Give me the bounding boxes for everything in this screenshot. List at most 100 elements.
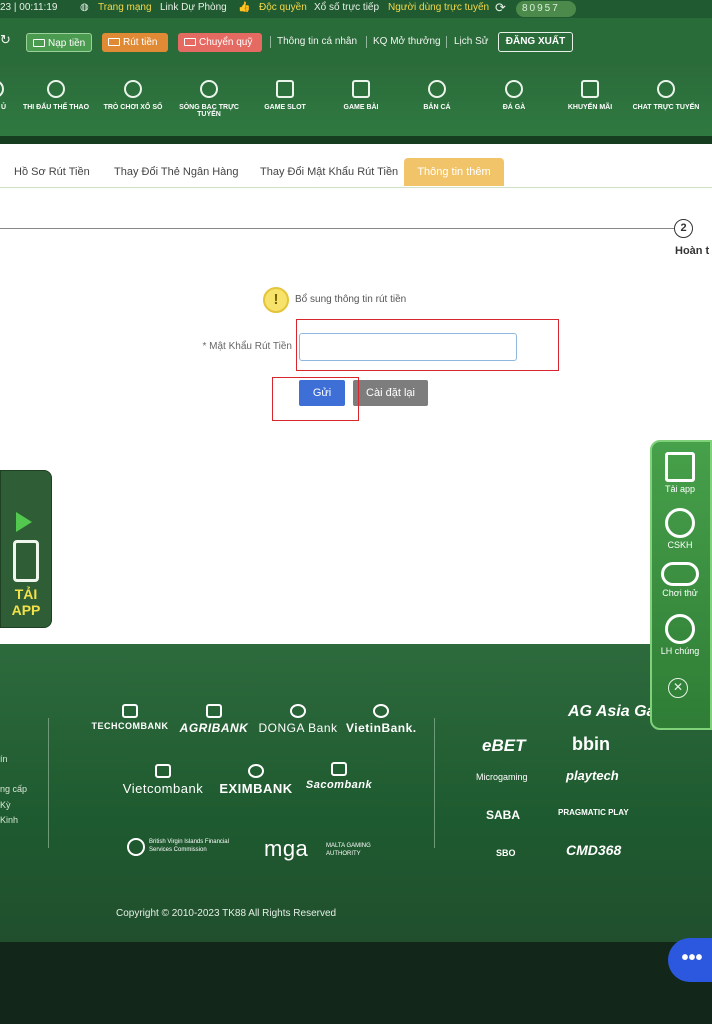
playtech-logo: playtech bbox=[566, 768, 619, 783]
techcombank-logo: TECHCOMBANK bbox=[90, 704, 170, 731]
nav-item-casino[interactable]: SÒNG BẠC TRỰC TUYẾN bbox=[173, 80, 245, 118]
fish-icon bbox=[428, 80, 446, 98]
lottery-ball-icon bbox=[124, 80, 142, 98]
tab-change-bank-card[interactable]: Thay Đổi Thẻ Ngân Hàng bbox=[114, 166, 239, 178]
vietinbank-logo: VietinBank. bbox=[346, 704, 416, 735]
nav-item-cockfight[interactable]: ĐÁ GÀ bbox=[478, 80, 550, 111]
footer-bottom bbox=[0, 942, 712, 1024]
users-online-label: Người dùng trực tuyến bbox=[388, 2, 490, 13]
nav-item-sports[interactable]: THI ĐẤU THỂ THAO bbox=[20, 80, 92, 111]
ebet-logo: eBET bbox=[482, 736, 526, 755]
history-link[interactable]: Lịch Sử bbox=[454, 36, 489, 47]
bvi-fsc-logo: British Virgin Islands Financial Service… bbox=[127, 838, 247, 856]
footer-link[interactable]: Kỳ bbox=[0, 800, 11, 810]
chat-bubble-button[interactable]: ••• bbox=[668, 938, 712, 982]
bank-mark-icon bbox=[155, 764, 171, 778]
nav-item-lottery[interactable]: TRÒ CHƠI XỔ SỐ bbox=[97, 80, 169, 111]
headset-icon bbox=[665, 508, 695, 538]
close-icon[interactable]: ✕ bbox=[668, 678, 688, 698]
gamepad-icon bbox=[661, 562, 699, 586]
nav-icon bbox=[0, 80, 4, 98]
reset-button[interactable]: Cài đặt lại bbox=[353, 380, 428, 406]
backup-link[interactable]: Link Dự Phòng bbox=[160, 2, 227, 13]
transfer-icon bbox=[184, 38, 196, 46]
nav-item-slot[interactable]: GAME SLOT bbox=[249, 80, 321, 111]
seal-icon bbox=[127, 838, 145, 856]
cards-icon bbox=[352, 80, 370, 98]
refresh-icon[interactable]: ↻ bbox=[0, 32, 11, 48]
phone-icon bbox=[665, 614, 695, 644]
form-notice: Bổ sung thông tin rút tiền bbox=[295, 294, 407, 305]
divider bbox=[366, 36, 367, 48]
lottery-live-link[interactable]: Xổ số trực tiếp bbox=[314, 2, 379, 13]
saba-logo: SABA bbox=[486, 808, 521, 822]
microgaming-logo: Microgaming bbox=[476, 772, 528, 782]
withdraw-button[interactable]: Rút tiền bbox=[102, 33, 168, 52]
bank-mark-icon bbox=[122, 704, 138, 718]
rooster-icon bbox=[505, 80, 523, 98]
nav-item-partial[interactable]: Ủ bbox=[0, 80, 6, 111]
main-nav: Ủ THI ĐẤU THỂ THAO TRÒ CHƠI XỔ SỐ SÒNG B… bbox=[0, 64, 712, 138]
copyright: Copyright © 2010-2023 TK88 All Rights Re… bbox=[116, 908, 337, 919]
highlight-box-submit bbox=[272, 377, 359, 421]
divider bbox=[446, 36, 447, 48]
nav-bottom-edge bbox=[0, 136, 712, 144]
network-link[interactable]: Trang mạng bbox=[98, 2, 152, 13]
nav-item-fishing[interactable]: BẮN CÁ bbox=[401, 80, 473, 111]
tab-more-info[interactable]: Thông tin thêm bbox=[404, 158, 504, 186]
nav-item-cards[interactable]: GAME BÀI bbox=[325, 80, 397, 111]
mga-logo: mga bbox=[264, 836, 309, 861]
download-app-button[interactable]: Tải app bbox=[651, 452, 709, 494]
gift-icon bbox=[581, 80, 599, 98]
bank-mark-icon bbox=[206, 704, 222, 718]
step-label: Hoàn t bbox=[675, 245, 710, 257]
sbo-logo: SBO bbox=[496, 848, 516, 858]
bank-mark-icon bbox=[290, 704, 306, 718]
cash-icon bbox=[108, 38, 120, 46]
sacombank-logo: Sacombank bbox=[302, 762, 376, 791]
transfer-button[interactable]: Chuyển quỹ bbox=[178, 33, 262, 52]
online-counter: 80957 bbox=[516, 1, 576, 17]
divider bbox=[270, 36, 271, 48]
nav-item-chat[interactable]: CHAT TRỰC TUYẾN bbox=[630, 80, 702, 111]
globe-icon: ◍ bbox=[80, 2, 89, 13]
customer-support-button[interactable]: CSKH bbox=[651, 508, 709, 550]
nav-item-promotions[interactable]: KHUYẾN MÃI bbox=[554, 80, 626, 111]
bank-mark-icon bbox=[248, 764, 264, 778]
donga-bank-logo: DONGA Bank bbox=[258, 704, 338, 735]
tab-change-withdraw-password[interactable]: Thay Đổi Mật Khẩu Rút Tiền bbox=[260, 166, 398, 178]
step-progress-line bbox=[0, 228, 675, 229]
clock-text: 23 | 00:11:19 bbox=[0, 2, 58, 13]
bank-mark-icon bbox=[373, 704, 389, 718]
deposit-button[interactable]: Nạp tiền bbox=[26, 33, 92, 52]
bank-mark-icon bbox=[331, 762, 347, 776]
pragmatic-play-logo: PRAGMATIC PLAY bbox=[558, 808, 629, 817]
cmd368-logo: CMD368 bbox=[566, 842, 622, 858]
withdraw-tabs: Hồ Sơ Rút Tiền Thay Đổi Thẻ Ngân Hàng Th… bbox=[0, 158, 712, 188]
try-play-button[interactable]: Chơi thử bbox=[651, 562, 709, 598]
footer-link[interactable]: Kinh bbox=[0, 815, 18, 825]
footer: ín ng cấp Kỳ Kinh bbox=[0, 644, 712, 942]
password-label: * Mật Khẩu Rút Tiền bbox=[202, 341, 293, 352]
tab-withdraw-profile[interactable]: Hồ Sơ Rút Tiền bbox=[14, 166, 90, 178]
thumbs-up-icon: 👍 bbox=[238, 2, 251, 13]
action-bar: ↻ Nạp tiền Rút tiền Chuyển quỹ Thông tin… bbox=[0, 18, 712, 64]
contact-button[interactable]: LH chúng bbox=[651, 614, 709, 656]
soccer-ball-icon bbox=[47, 80, 65, 98]
phone-icon bbox=[13, 540, 39, 582]
footer-link[interactable]: ng cấp bbox=[0, 784, 27, 794]
highlight-box-input bbox=[296, 319, 559, 371]
casino-chip-icon bbox=[200, 80, 218, 98]
eximbank-logo: EXIMBANK bbox=[218, 764, 294, 796]
chat-icon bbox=[657, 80, 675, 98]
exclusive-link[interactable]: Độc quyền bbox=[259, 2, 307, 13]
warning-icon: ! bbox=[263, 287, 289, 313]
refresh-icon[interactable]: ⟳ bbox=[495, 0, 506, 16]
logout-button[interactable]: ĐĂNG XUẤT bbox=[498, 32, 573, 52]
agribank-logo: AGRIBANK bbox=[178, 704, 250, 735]
step-number: 2 bbox=[674, 219, 693, 238]
results-link[interactable]: KQ Mở thưởng bbox=[373, 36, 441, 47]
slot-machine-icon bbox=[276, 80, 294, 98]
footer-link[interactable]: ín bbox=[0, 754, 8, 764]
profile-link[interactable]: Thông tin cá nhân bbox=[277, 36, 357, 47]
